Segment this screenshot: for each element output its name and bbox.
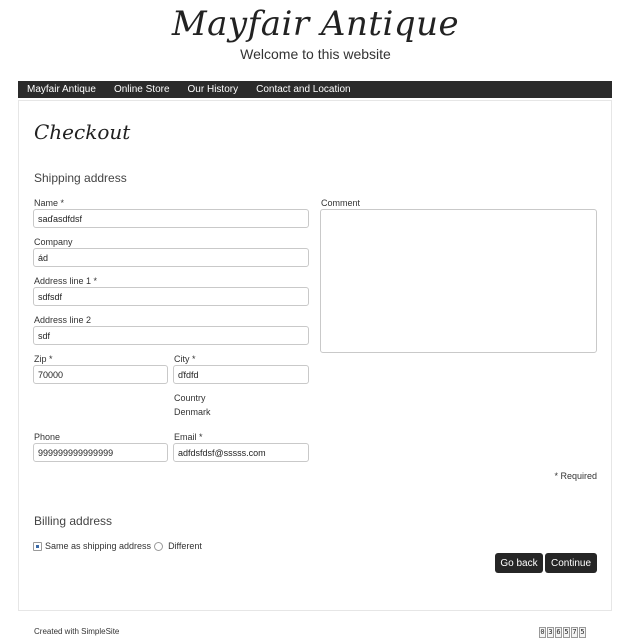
different-address-label[interactable]: Different [168,541,202,551]
counter-digit: 5 [563,627,570,638]
footer-credit[interactable]: Created with SimpleSite [34,627,119,636]
required-note: * Required [554,471,597,481]
different-address-radio[interactable] [154,541,164,551]
company-field[interactable] [33,248,309,267]
nav-item-home[interactable]: Mayfair Antique [27,84,96,95]
name-field[interactable] [33,209,309,228]
billing-section-title: Billing address [34,514,113,528]
counter-digit: 7 [571,627,578,638]
counter-digit: 3 [547,627,554,638]
page-title: Checkout [34,120,131,144]
comment-textarea[interactable] [320,209,597,353]
site-header: Mayfair Antique Welcome to this website [0,0,631,80]
counter-digit: 6 [555,627,562,638]
city-label: City * [174,354,196,364]
counter-digit: 0 [539,627,546,638]
name-label: Name * [34,198,65,208]
same-as-shipping-radio[interactable] [33,541,42,551]
nav-item-our-history[interactable]: Our History [188,84,239,95]
address1-label: Address line 1 * [34,276,98,286]
address1-field[interactable] [33,287,309,306]
phone-label: Phone [34,432,61,442]
same-as-shipping-label[interactable]: Same as shipping address [45,541,151,551]
company-label: Company [34,237,73,247]
visitor-counter: 0 3 6 5 7 5 [539,627,587,638]
email-field[interactable] [173,443,309,462]
city-field[interactable] [173,365,309,384]
site-logo-title[interactable]: Mayfair Antique [0,4,631,44]
nav-item-online-store[interactable]: Online Store [114,84,170,95]
address2-label: Address line 2 [34,315,92,325]
zip-label: Zip * [34,354,53,364]
counter-digit: 5 [579,627,586,638]
zip-field[interactable] [33,365,168,384]
shipping-section-title: Shipping address [34,171,127,185]
nav-item-contact[interactable]: Contact and Location [256,84,351,95]
site-tagline: Welcome to this website [240,46,391,62]
continue-button[interactable]: Continue [545,553,597,573]
go-back-button[interactable]: Go back [495,553,543,573]
address2-field[interactable] [33,326,309,345]
email-label: Email * [174,432,203,442]
comment-label: Comment [321,198,361,208]
country-label: Country [174,393,206,403]
phone-field[interactable] [33,443,168,462]
billing-options: Same as shipping address Different [33,541,202,551]
country-value: Denmark [174,407,211,417]
main-nav: Mayfair Antique Online Store Our History… [18,81,612,98]
